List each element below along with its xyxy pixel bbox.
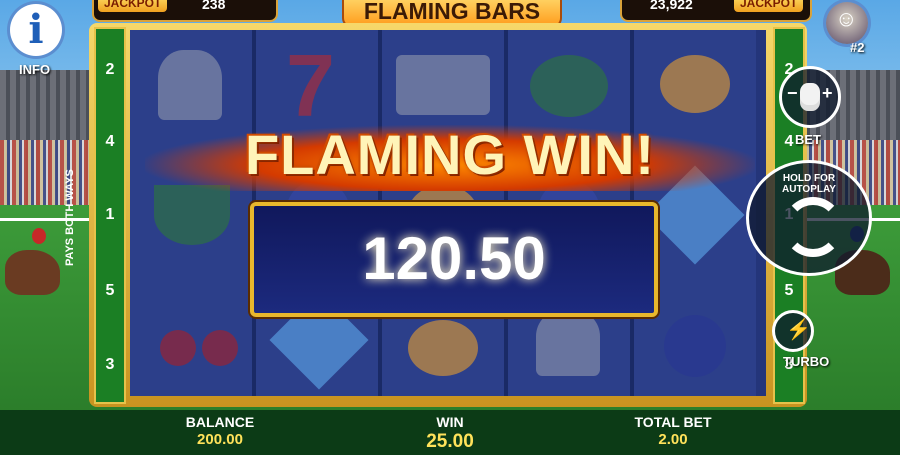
- payline-number: 1: [105, 206, 115, 223]
- racehorse-left: [5, 250, 60, 295]
- jackpot-left-box: JACKPOT 238: [92, 0, 278, 22]
- info-label: INFO: [19, 62, 51, 77]
- win-label: WIN: [436, 414, 464, 430]
- balance-value: 200.00: [197, 431, 243, 448]
- spin-arrows-icon: [783, 197, 843, 257]
- bottom-status-bar: BALANCE 200.00 WIN 25.00 TOTAL BET 2.00: [0, 410, 900, 455]
- bet-button[interactable]: − +: [779, 66, 841, 128]
- track-rail-left: [0, 218, 90, 221]
- turbo-button[interactable]: ⚡: [772, 310, 814, 352]
- jackpot-right-box: 23,922 JACKPOT: [620, 0, 812, 22]
- plum-icon: [664, 315, 726, 377]
- turbo-label: TURBO: [783, 354, 830, 369]
- watermelon-icon: [530, 55, 608, 117]
- balance-display: BALANCE 200.00: [150, 410, 290, 448]
- payline-number: 2: [105, 61, 115, 78]
- bars-logo-icon: [396, 55, 490, 115]
- win-value: 25.00: [426, 431, 474, 452]
- flaming-win-headline: FLAMING WIN!: [244, 123, 656, 186]
- win-amount-panel: 120.50: [250, 202, 658, 317]
- watermelon-icon: [154, 185, 230, 245]
- payline-number: 5: [784, 282, 794, 299]
- win-display: WIN 25.00: [380, 410, 520, 453]
- bell-icon: [536, 310, 600, 376]
- bell-icon: [158, 50, 222, 120]
- info-icon: i: [28, 6, 44, 53]
- wizard-icon: ☺: [835, 6, 858, 31]
- payline-number: 3: [105, 356, 115, 373]
- jackpot-left-label: JACKPOT: [98, 0, 168, 12]
- lightning-icon: ⚡: [786, 319, 811, 341]
- spin-autoplay-button[interactable]: HOLD FOR AUTOPLAY: [746, 160, 872, 276]
- lemon-icon: [660, 55, 730, 113]
- win-amount: 120.50: [362, 225, 546, 292]
- cherry-icon: [202, 330, 238, 366]
- total-bet-label: TOTAL BET: [634, 414, 712, 430]
- total-bet-display: TOTAL BET 2.00: [603, 410, 743, 448]
- payline-column-left: 2 4 1 5 3: [94, 27, 126, 404]
- plus-icon: +: [822, 83, 833, 103]
- payline-number: 5: [105, 282, 115, 299]
- minus-icon: −: [787, 83, 798, 103]
- bet-label: BET: [795, 132, 821, 147]
- jockey-left: [32, 228, 46, 244]
- coin-stack-icon: [800, 83, 820, 105]
- total-bet-value: 2.00: [658, 431, 688, 448]
- jackpot-right-label: JACKPOT: [734, 0, 804, 12]
- lemon-icon: [408, 320, 478, 376]
- balance-label: BALANCE: [185, 414, 255, 430]
- jackpot-left-value: 238: [202, 0, 226, 12]
- jackpot-right-value: 23,922: [650, 0, 693, 12]
- player-rank: #2: [850, 40, 865, 55]
- payline-number: 4: [105, 133, 115, 150]
- cherry-icon: [160, 330, 196, 366]
- info-button[interactable]: i: [10, 4, 62, 56]
- player-avatar[interactable]: ☺: [826, 2, 868, 44]
- pays-both-ways-label: PAYS BOTH WAYS: [64, 169, 76, 266]
- autoplay-label: HOLD FOR AUTOPLAY: [782, 173, 836, 195]
- reel-1: [130, 30, 256, 396]
